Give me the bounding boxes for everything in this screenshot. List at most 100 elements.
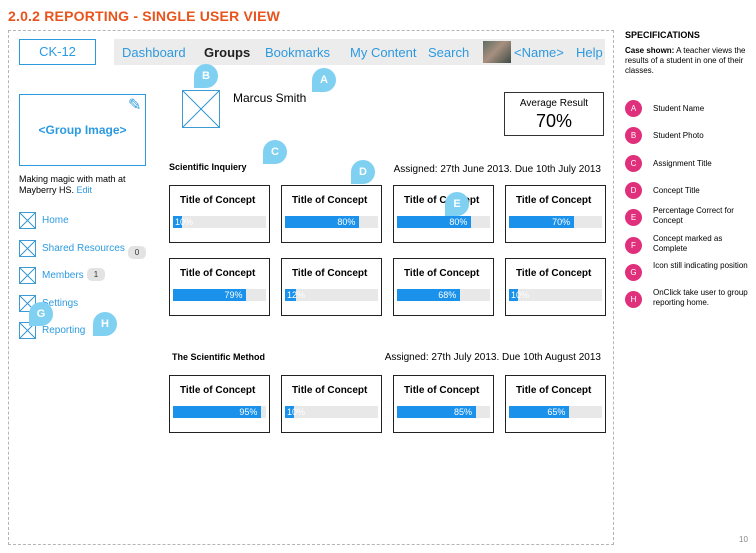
- progress-fill: 79%: [173, 289, 247, 301]
- spec-text: Percentage Correct for Concept: [653, 206, 734, 226]
- callout-c: C: [263, 140, 287, 164]
- progress-track: 68%: [397, 289, 490, 301]
- sidebar-item-members[interactable]: Members 1: [19, 267, 159, 285]
- spec-letter: A: [625, 100, 642, 117]
- concept-title: Title of Concept: [292, 195, 368, 206]
- spec-item: H OnClick take user to group reporting ho…: [625, 288, 753, 319]
- progress-fill: 10%: [173, 216, 194, 228]
- progress-track: 10%: [509, 289, 602, 301]
- student-name: Marcus Smith: [233, 91, 307, 105]
- concept-title: Title of Concept: [516, 268, 592, 279]
- concept-title: Title of Concept: [180, 385, 256, 396]
- student-photo: [182, 90, 220, 128]
- spec-text: Icon still indicating position: [653, 260, 748, 270]
- concept-card[interactable]: Title of Concept 95%: [169, 375, 270, 433]
- callout-d: D: [351, 160, 375, 184]
- user-avatar[interactable]: [483, 41, 511, 63]
- nav-groups[interactable]: Groups: [204, 45, 250, 60]
- progress-fill: 68%: [397, 289, 461, 301]
- page-number: 10: [739, 535, 748, 544]
- callout-g: G: [29, 302, 53, 326]
- progress-track: 79%: [173, 289, 266, 301]
- members-icon: [19, 267, 36, 284]
- sidebar-item-label: Reporting: [42, 325, 86, 336]
- concept-title: Title of Concept: [292, 385, 368, 396]
- concept-title: Title of Concept: [292, 268, 368, 279]
- spec-letter: F: [625, 236, 642, 254]
- home-icon: [19, 212, 36, 229]
- assignment-dates: Assigned: 27th July 2013. Due 10th Augus…: [384, 352, 601, 363]
- assignment-dates: Assigned: 27th June 2013. Due 10th July …: [393, 164, 601, 175]
- concept-card[interactable]: Title of Concept 80%: [281, 185, 382, 243]
- progress-track: 10%: [285, 406, 378, 418]
- spec-letter: G: [625, 263, 642, 281]
- spec-text: OnClick take user to group reporting hom…: [653, 288, 748, 308]
- concept-card[interactable]: Title of Concept 85%: [393, 375, 494, 433]
- progress-track: 65%: [509, 406, 602, 418]
- nav-search[interactable]: Search: [428, 45, 469, 60]
- spec-letter: E: [625, 209, 642, 227]
- concept-title: Title of Concept: [516, 195, 592, 206]
- concept-card[interactable]: Title of Concept 68%: [393, 258, 494, 316]
- progress-track: 70%: [509, 216, 602, 228]
- pencil-icon[interactable]: ✎: [128, 95, 141, 115]
- spec-letter: C: [625, 154, 642, 172]
- spec-item: A Student Name: [625, 100, 753, 128]
- spec-item: B Student Photo: [625, 127, 753, 155]
- concept-card[interactable]: Title of Concept 10%: [505, 258, 606, 316]
- concept-title: Title of Concept: [404, 385, 480, 396]
- group-description-text: Making magic with math at Mayberry HS.: [19, 174, 126, 195]
- progress-fill: 70%: [509, 216, 575, 228]
- average-result-value: 70%: [535, 111, 573, 131]
- spec-text: Concept Title: [653, 185, 700, 195]
- group-image: <Group Image>: [19, 94, 146, 166]
- concept-card[interactable]: Title of Concept 12%: [281, 258, 382, 316]
- sidebar-item-label: Home: [42, 215, 69, 226]
- average-result-box: Average Result 70%: [504, 92, 604, 136]
- callout-e: E: [445, 192, 469, 216]
- average-result-label: Average Result: [519, 98, 589, 109]
- progress-track: 80%: [285, 216, 378, 228]
- case-label: Case shown:: [625, 46, 675, 55]
- concept-card[interactable]: Title of Concept 80%: [393, 185, 494, 243]
- progress-track: 12%: [285, 289, 378, 301]
- specifications-title: SPECIFICATIONS: [625, 30, 700, 40]
- nav-bookmarks[interactable]: Bookmarks: [265, 45, 330, 60]
- progress-fill: 10%: [509, 289, 530, 301]
- spec-text: Student Name: [653, 104, 705, 113]
- group-description: Making magic with math at Mayberry HS. E…: [19, 174, 159, 196]
- progress-fill: 95%: [173, 406, 262, 418]
- callout-b: B: [194, 64, 218, 88]
- assignment-title[interactable]: Scientific Inquiery: [169, 162, 247, 172]
- concept-card[interactable]: Title of Concept 10%: [281, 375, 382, 433]
- count-badge: 0: [128, 246, 146, 259]
- progress-fill: 65%: [509, 406, 570, 418]
- progress-track: 80%: [397, 216, 490, 228]
- concept-card[interactable]: Title of Concept 79%: [169, 258, 270, 316]
- concept-card[interactable]: Title of Concept 70%: [505, 185, 606, 243]
- spec-text: Assignment Title: [653, 158, 712, 168]
- spec-letter: B: [625, 127, 642, 145]
- progress-fill: 85%: [397, 406, 477, 418]
- concept-card[interactable]: Title of Concept 65%: [505, 375, 606, 433]
- progress-fill: 80%: [285, 216, 360, 228]
- nav-my-content[interactable]: My Content: [350, 45, 416, 60]
- sidebar-item-home[interactable]: Home: [19, 212, 159, 230]
- edit-link[interactable]: Edit: [77, 185, 93, 195]
- progress-track: 95%: [173, 406, 266, 418]
- concept-title: Title of Concept: [516, 385, 592, 396]
- concept-title: Title of Concept: [180, 268, 256, 279]
- progress-track: 10%: [173, 216, 266, 228]
- concept-card[interactable]: Title of Concept 10%: [169, 185, 270, 243]
- nav-dashboard[interactable]: Dashboard: [122, 45, 186, 60]
- nav-user-name[interactable]: <Name>: [514, 45, 564, 60]
- ck12-logo[interactable]: CK-12: [19, 39, 96, 65]
- progress-track: 85%: [397, 406, 490, 418]
- sidebar-item-shared-resources[interactable]: Shared Resources 0: [19, 240, 159, 259]
- callout-h: H: [93, 312, 117, 336]
- progress-fill: 10%: [285, 406, 306, 418]
- assignment-title[interactable]: The Scientific Method: [172, 352, 265, 362]
- nav-help[interactable]: Help: [576, 45, 603, 60]
- concept-title: Title of Concept: [180, 195, 256, 206]
- spec-text: Student Photo: [653, 131, 704, 141]
